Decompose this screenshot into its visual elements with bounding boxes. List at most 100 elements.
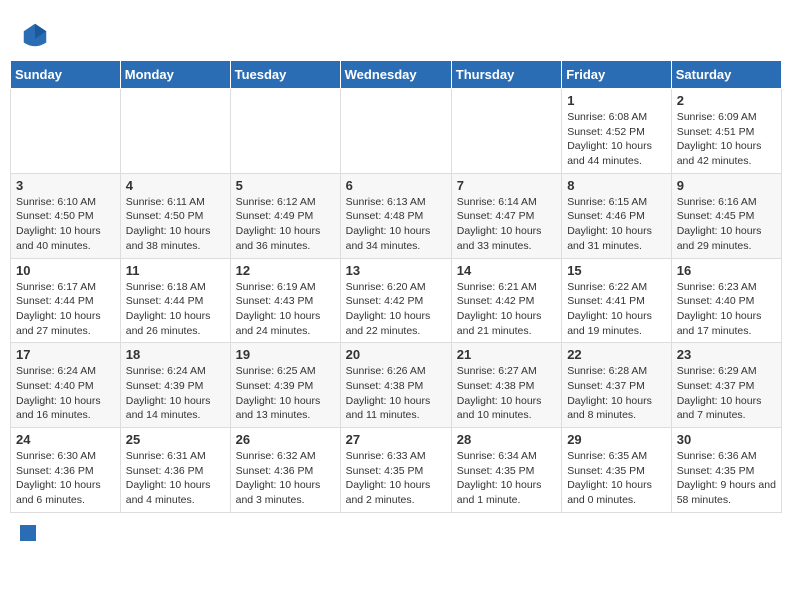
day-number: 3: [16, 178, 115, 193]
calendar-week-row: 10 Sunrise: 6:17 AM Sunset: 4:44 PM Dayli…: [11, 258, 782, 343]
calendar-day-cell: 8 Sunrise: 6:15 AM Sunset: 4:46 PM Daylig…: [562, 173, 672, 258]
calendar-day-cell: 17 Sunrise: 6:24 AM Sunset: 4:40 PM Dayli…: [11, 343, 121, 428]
day-info: Sunrise: 6:13 AM Sunset: 4:48 PM Dayligh…: [346, 195, 446, 254]
day-number: 25: [126, 432, 225, 447]
day-number: 24: [16, 432, 115, 447]
calendar-day-cell: [230, 89, 340, 174]
calendar-day-cell: 14Sunrise: 6:21 AM Sunset: 4:42 PM Dayli…: [451, 258, 561, 343]
day-info: Sunrise: 6:33 AM Sunset: 4:35 PM Dayligh…: [346, 449, 446, 508]
day-info: Sunrise: 6:19 AM Sunset: 4:43 PM Dayligh…: [236, 280, 335, 339]
calendar-week-row: 3Sunrise: 6:10 AM Sunset: 4:50 PM Daylig…: [11, 173, 782, 258]
calendar-day-cell: 10 Sunrise: 6:17 AM Sunset: 4:44 PM Dayli…: [11, 258, 121, 343]
calendar-weekday-header: Tuesday: [230, 61, 340, 89]
day-info: Sunrise: 6:23 AM Sunset: 4:40 PM Dayligh…: [677, 280, 776, 339]
calendar-day-cell: 22 Sunrise: 6:28 AM Sunset: 4:37 PM Dayli…: [562, 343, 672, 428]
calendar-day-cell: 16 Sunrise: 6:23 AM Sunset: 4:40 PM Dayli…: [671, 258, 781, 343]
day-info: Sunrise: 6:27 AM Sunset: 4:38 PM Dayligh…: [457, 364, 556, 423]
day-info: Sunrise: 6:26 AM Sunset: 4:38 PM Dayligh…: [346, 364, 446, 423]
day-info: Sunrise: 6:24 AM Sunset: 4:40 PM Dayligh…: [16, 364, 115, 423]
day-info: Sunrise: 6:24 AM Sunset: 4:39 PM Dayligh…: [126, 364, 225, 423]
day-info: Sunrise: 6:32 AM Sunset: 4:36 PM Dayligh…: [236, 449, 335, 508]
day-info: Sunrise: 6:12 AM Sunset: 4:49 PM Dayligh…: [236, 195, 335, 254]
day-number: 19: [236, 347, 335, 362]
day-number: 16: [677, 263, 776, 278]
calendar-day-cell: 2 Sunrise: 6:09 AM Sunset: 4:51 PM Daylig…: [671, 89, 781, 174]
day-number: 11: [126, 263, 225, 278]
calendar-day-cell: [340, 89, 451, 174]
day-info: Sunrise: 6:29 AM Sunset: 4:37 PM Dayligh…: [677, 364, 776, 423]
day-number: 2: [677, 93, 776, 108]
calendar-week-row: 17 Sunrise: 6:24 AM Sunset: 4:40 PM Dayli…: [11, 343, 782, 428]
calendar-day-cell: 19 Sunrise: 6:25 AM Sunset: 4:39 PM Dayli…: [230, 343, 340, 428]
calendar-header-row: SundayMondayTuesdayWednesdayThursdayFrid…: [11, 61, 782, 89]
day-number: 13: [346, 263, 446, 278]
calendar-table: SundayMondayTuesdayWednesdayThursdayFrid…: [10, 60, 782, 513]
day-info: Sunrise: 6:30 AM Sunset: 4:36 PM Dayligh…: [16, 449, 115, 508]
day-number: 4: [126, 178, 225, 193]
day-info: Sunrise: 6:35 AM Sunset: 4:35 PM Dayligh…: [567, 449, 666, 508]
day-number: 20: [346, 347, 446, 362]
calendar-week-row: 24 Sunrise: 6:30 AM Sunset: 4:36 PM Dayli…: [11, 428, 782, 513]
calendar-day-cell: 23 Sunrise: 6:29 AM Sunset: 4:37 PM Dayli…: [671, 343, 781, 428]
day-info: Sunrise: 6:25 AM Sunset: 4:39 PM Dayligh…: [236, 364, 335, 423]
day-info: Sunrise: 6:22 AM Sunset: 4:41 PM Dayligh…: [567, 280, 666, 339]
calendar-weekday-header: Monday: [120, 61, 230, 89]
day-number: 21: [457, 347, 556, 362]
calendar-day-cell: [11, 89, 121, 174]
calendar-day-cell: 11 Sunrise: 6:18 AM Sunset: 4:44 PM Dayli…: [120, 258, 230, 343]
calendar-day-cell: 20 Sunrise: 6:26 AM Sunset: 4:38 PM Dayli…: [340, 343, 451, 428]
calendar-weekday-header: Friday: [562, 61, 672, 89]
calendar-weekday-header: Sunday: [11, 61, 121, 89]
day-number: 1: [567, 93, 666, 108]
calendar-day-cell: 21 Sunrise: 6:27 AM Sunset: 4:38 PM Dayli…: [451, 343, 561, 428]
day-number: 6: [346, 178, 446, 193]
day-info: Sunrise: 6:16 AM Sunset: 4:45 PM Dayligh…: [677, 195, 776, 254]
day-info: Sunrise: 6:11 AM Sunset: 4:50 PM Dayligh…: [126, 195, 225, 254]
calendar-day-cell: 30 Sunrise: 6:36 AM Sunset: 4:35 PM Dayli…: [671, 428, 781, 513]
calendar-week-row: 1Sunrise: 6:08 AM Sunset: 4:52 PM Daylig…: [11, 89, 782, 174]
day-number: 30: [677, 432, 776, 447]
day-info: Sunrise: 6:18 AM Sunset: 4:44 PM Dayligh…: [126, 280, 225, 339]
calendar-day-cell: 3Sunrise: 6:10 AM Sunset: 4:50 PM Daylig…: [11, 173, 121, 258]
calendar-weekday-header: Wednesday: [340, 61, 451, 89]
calendar-day-cell: 4 Sunrise: 6:11 AM Sunset: 4:50 PM Daylig…: [120, 173, 230, 258]
day-info: Sunrise: 6:20 AM Sunset: 4:42 PM Dayligh…: [346, 280, 446, 339]
day-number: 22: [567, 347, 666, 362]
calendar-day-cell: 28Sunrise: 6:34 AM Sunset: 4:35 PM Dayli…: [451, 428, 561, 513]
day-info: Sunrise: 6:31 AM Sunset: 4:36 PM Dayligh…: [126, 449, 225, 508]
calendar-weekday-header: Thursday: [451, 61, 561, 89]
calendar-weekday-header: Saturday: [671, 61, 781, 89]
calendar-day-cell: 9Sunrise: 6:16 AM Sunset: 4:45 PM Daylig…: [671, 173, 781, 258]
calendar-day-cell: 25 Sunrise: 6:31 AM Sunset: 4:36 PM Dayli…: [120, 428, 230, 513]
day-info: Sunrise: 6:28 AM Sunset: 4:37 PM Dayligh…: [567, 364, 666, 423]
calendar-day-cell: 12 Sunrise: 6:19 AM Sunset: 4:43 PM Dayli…: [230, 258, 340, 343]
day-number: 29: [567, 432, 666, 447]
legend: [10, 521, 782, 545]
day-number: 26: [236, 432, 335, 447]
day-number: 23: [677, 347, 776, 362]
calendar-day-cell: 18Sunrise: 6:24 AM Sunset: 4:39 PM Dayli…: [120, 343, 230, 428]
logo-icon: [20, 20, 50, 50]
calendar-day-cell: 29 Sunrise: 6:35 AM Sunset: 4:35 PM Dayli…: [562, 428, 672, 513]
day-info: Sunrise: 6:15 AM Sunset: 4:46 PM Dayligh…: [567, 195, 666, 254]
calendar-day-cell: 6 Sunrise: 6:13 AM Sunset: 4:48 PM Daylig…: [340, 173, 451, 258]
day-info: Sunrise: 6:17 AM Sunset: 4:44 PM Dayligh…: [16, 280, 115, 339]
logo: [20, 20, 54, 50]
calendar-day-cell: [451, 89, 561, 174]
calendar-day-cell: 13 Sunrise: 6:20 AM Sunset: 4:42 PM Dayli…: [340, 258, 451, 343]
calendar-day-cell: 1Sunrise: 6:08 AM Sunset: 4:52 PM Daylig…: [562, 89, 672, 174]
day-number: 17: [16, 347, 115, 362]
day-number: 10: [16, 263, 115, 278]
day-info: Sunrise: 6:14 AM Sunset: 4:47 PM Dayligh…: [457, 195, 556, 254]
day-number: 5: [236, 178, 335, 193]
day-info: Sunrise: 6:09 AM Sunset: 4:51 PM Dayligh…: [677, 110, 776, 169]
calendar-day-cell: 15 Sunrise: 6:22 AM Sunset: 4:41 PM Dayli…: [562, 258, 672, 343]
calendar-day-cell: [120, 89, 230, 174]
calendar-day-cell: 5 Sunrise: 6:12 AM Sunset: 4:49 PM Daylig…: [230, 173, 340, 258]
day-number: 8: [567, 178, 666, 193]
day-number: 14: [457, 263, 556, 278]
day-info: Sunrise: 6:36 AM Sunset: 4:35 PM Dayligh…: [677, 449, 776, 508]
day-number: 7: [457, 178, 556, 193]
day-number: 15: [567, 263, 666, 278]
day-number: 12: [236, 263, 335, 278]
